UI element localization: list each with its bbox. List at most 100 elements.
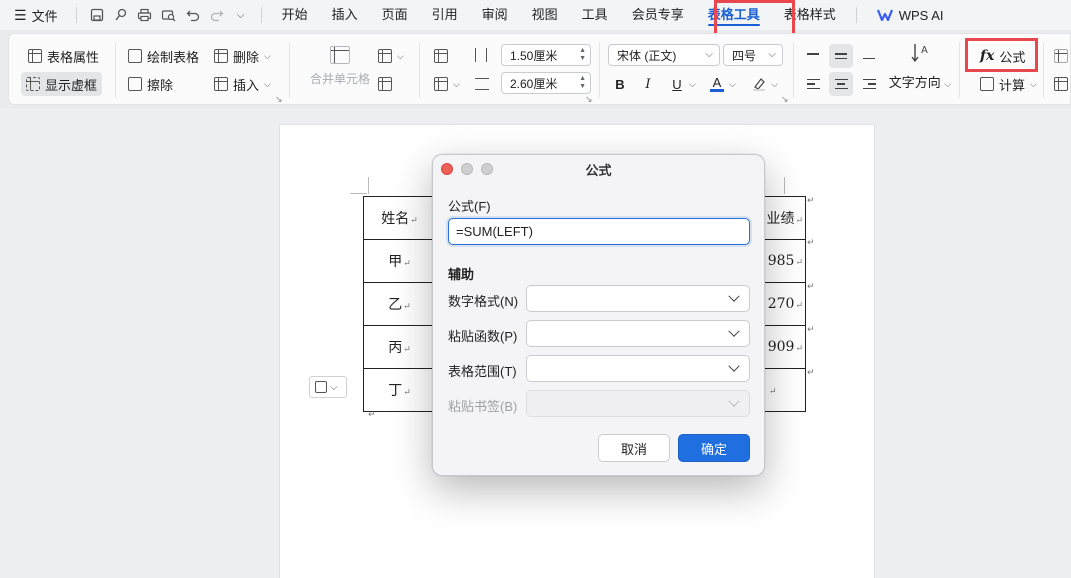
redo-icon[interactable] bbox=[205, 3, 229, 27]
table-cell[interactable]: 丙↵ bbox=[363, 325, 436, 369]
table-cell[interactable]: 姓名↵ bbox=[363, 196, 436, 240]
tab-tools[interactable]: 工具 bbox=[570, 0, 620, 30]
dialog-launcher-icon[interactable]: ↘ bbox=[781, 94, 789, 105]
export-pdf-icon[interactable] bbox=[109, 3, 133, 27]
crop-mark bbox=[784, 177, 785, 194]
print-icon[interactable] bbox=[133, 3, 157, 27]
table-cell[interactable]: 乙↵ bbox=[363, 282, 436, 326]
tab-table-tools[interactable]: 表格工具 bbox=[696, 0, 772, 30]
save-icon[interactable] bbox=[85, 3, 109, 27]
show-gridlines-button[interactable]: 显示虚框 bbox=[21, 72, 103, 96]
tab-review[interactable]: 审阅 bbox=[470, 0, 520, 30]
chevron-down-icon[interactable]: ⌵ bbox=[771, 79, 778, 90]
cancel-button[interactable]: 取消 bbox=[598, 434, 670, 462]
file-menu[interactable]: ☰ 文件 bbox=[0, 6, 68, 25]
tab-home[interactable]: 开始 bbox=[270, 0, 320, 30]
chevron-down-icon[interactable]: ⌵ bbox=[729, 79, 736, 90]
table-cell[interactable]: ↵ bbox=[763, 368, 806, 412]
align-left-button[interactable] bbox=[801, 72, 825, 96]
table-cell[interactable]: 270↵ bbox=[763, 282, 806, 326]
bold-button[interactable]: B bbox=[608, 72, 632, 96]
minimize-window-icon[interactable] bbox=[461, 163, 473, 175]
delete-button[interactable]: 删除 ⌵ bbox=[209, 44, 276, 68]
table-range-select[interactable] bbox=[526, 355, 750, 382]
table-range-label: 表格范围(T) bbox=[448, 364, 517, 379]
font-color-button[interactable]: A bbox=[705, 72, 729, 96]
paragraph-mark: ↵ bbox=[807, 195, 815, 205]
formula-label: 公式 bbox=[999, 49, 1026, 65]
tab-table-style[interactable]: 表格样式 bbox=[772, 0, 848, 30]
convert-table-button[interactable] bbox=[1049, 72, 1071, 96]
delete-table-icon bbox=[214, 49, 228, 63]
font-name-select[interactable]: 宋体 (正文) ⌵ bbox=[608, 44, 720, 66]
align-right-button[interactable] bbox=[857, 72, 881, 96]
align-middle-button[interactable] bbox=[829, 44, 853, 68]
tab-view[interactable]: 视图 bbox=[520, 0, 570, 30]
table-properties-icon bbox=[28, 49, 42, 63]
paste-bookmark-select[interactable] bbox=[526, 390, 750, 417]
table-cell[interactable]: 985↵ bbox=[763, 239, 806, 283]
ok-button[interactable]: 确定 bbox=[678, 434, 750, 462]
separator bbox=[599, 42, 600, 98]
undo-icon[interactable] bbox=[181, 3, 205, 27]
tab-page[interactable]: 页面 bbox=[370, 0, 420, 30]
stepper-icon[interactable]: ▲ ▼ bbox=[579, 47, 586, 63]
autofit-button[interactable] bbox=[429, 44, 453, 68]
chevron-down-icon[interactable]: ⌵ bbox=[689, 79, 696, 90]
dialog-launcher-icon[interactable]: ↘ bbox=[275, 94, 283, 105]
more-tools-button[interactable] bbox=[1049, 44, 1071, 68]
split-cells-button[interactable]: ⌵ bbox=[373, 44, 409, 68]
separator bbox=[419, 42, 420, 98]
table-properties-button[interactable]: 表格属性 bbox=[23, 44, 104, 68]
col-width-field[interactable]: 2.60厘米 ▲ ▼ bbox=[501, 72, 591, 94]
underline-button[interactable]: U bbox=[665, 72, 689, 96]
print-preview-icon[interactable] bbox=[157, 3, 181, 27]
formula-input[interactable]: =SUM(LEFT) bbox=[448, 218, 750, 245]
table-cell[interactable]: 业绩↵ bbox=[763, 196, 806, 240]
erase-button[interactable]: 擦除 bbox=[123, 72, 178, 96]
zoom-window-icon[interactable] bbox=[481, 163, 493, 175]
formula-value: =SUM(LEFT) bbox=[456, 224, 533, 239]
separator bbox=[793, 42, 794, 98]
table-cell[interactable]: 909↵ bbox=[763, 325, 806, 369]
dialog-launcher-icon[interactable]: ↘ bbox=[585, 94, 593, 105]
number-format-select[interactable] bbox=[526, 285, 750, 312]
merge-cells-button[interactable]: 合并单元格 bbox=[297, 40, 383, 96]
row-height-field[interactable]: 1.50厘米 ▲ ▼ bbox=[501, 44, 591, 66]
show-gridlines-label: 显示虚框 bbox=[45, 77, 98, 93]
paste-function-select[interactable] bbox=[526, 320, 750, 347]
align-center-icon bbox=[834, 78, 848, 90]
table-cell[interactable]: 甲↵ bbox=[363, 239, 436, 283]
tab-insert[interactable]: 插入 bbox=[320, 0, 370, 30]
text-direction-button[interactable]: A 文字方向 ⌵ bbox=[885, 42, 955, 98]
split-table-button[interactable] bbox=[373, 72, 397, 96]
separator bbox=[75, 7, 77, 23]
chevron-down-icon bbox=[728, 325, 740, 337]
wps-ai-button[interactable]: WPS AI bbox=[865, 8, 956, 23]
close-window-icon[interactable] bbox=[441, 163, 453, 175]
paragraph-mark: ↵ bbox=[807, 367, 815, 377]
calculate-button[interactable]: 计算 ⌵ bbox=[975, 72, 1042, 96]
italic-button[interactable]: I bbox=[636, 72, 660, 96]
draw-table-button[interactable]: 绘制表格 bbox=[123, 44, 204, 68]
align-bottom-button[interactable] bbox=[857, 44, 881, 68]
dialog-titlebar[interactable]: 公式 bbox=[433, 155, 764, 183]
align-top-button[interactable] bbox=[801, 44, 825, 68]
insert-button[interactable]: 插入 ⌵ bbox=[209, 72, 276, 96]
table-handle-button[interactable]: ⌵ bbox=[309, 376, 347, 398]
tab-references[interactable]: 引用 bbox=[420, 0, 470, 30]
highlight-color-button[interactable] bbox=[747, 72, 771, 96]
tab-member[interactable]: 会员专享 bbox=[620, 0, 696, 30]
align-center-button[interactable] bbox=[829, 72, 853, 96]
font-size-select[interactable]: 四号 ⌵ bbox=[723, 44, 783, 66]
paragraph-mark: ↵ bbox=[807, 237, 815, 247]
stepper-icon[interactable]: ▲ ▼ bbox=[579, 75, 586, 91]
align-top-icon bbox=[807, 53, 819, 59]
formula-button[interactable]: fx 公式 bbox=[975, 44, 1030, 68]
separator bbox=[855, 7, 857, 23]
separator bbox=[289, 42, 290, 98]
table-grid-button[interactable]: ⌵ bbox=[429, 72, 465, 96]
table-cell[interactable]: 丁↵ bbox=[363, 368, 436, 412]
quick-access-more-icon[interactable]: ⌵ bbox=[229, 3, 253, 27]
crop-mark bbox=[368, 177, 369, 194]
